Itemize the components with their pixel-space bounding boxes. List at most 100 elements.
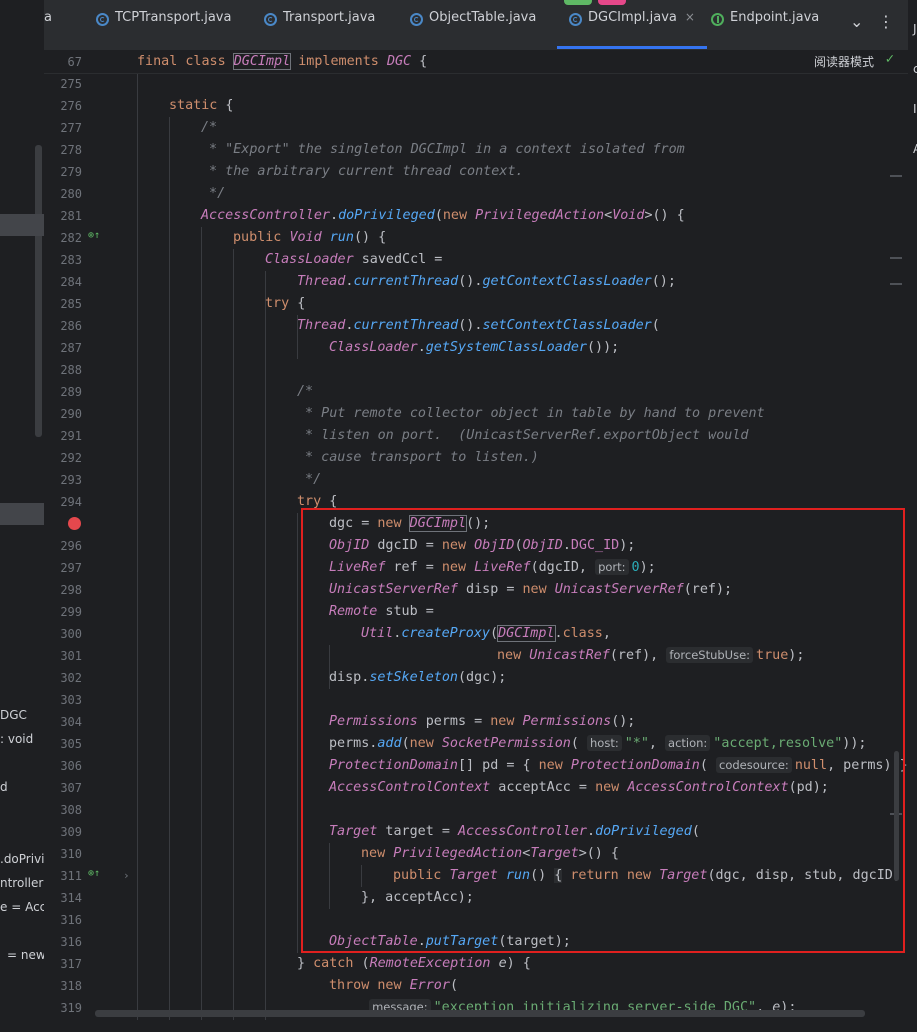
line-number: 287: [60, 341, 82, 355]
panel-text: DGC: [0, 708, 27, 722]
line-number: 304: [60, 715, 82, 729]
line-number: 302: [60, 671, 82, 685]
comment-line: */: [201, 186, 226, 201]
line-number: 308: [60, 803, 82, 817]
class-icon: [96, 13, 109, 26]
horizontal-scrollbar[interactable]: [95, 1010, 865, 1017]
scroll-marker: [890, 257, 902, 259]
chevron-right-icon[interactable]: ›: [123, 869, 130, 882]
breakpoint-icon[interactable]: [68, 517, 81, 530]
line-number: 318: [60, 979, 82, 993]
tab-tcptransport[interactable]: TCPTransport.java: [96, 10, 231, 48]
line-number: 316: [60, 913, 82, 927]
line-number: 292: [60, 451, 82, 465]
tab-label: DGCImpl.java: [588, 10, 677, 25]
comment-line: * "Export" the singleton DGCImpl in a co…: [201, 142, 685, 157]
line-number: 316: [60, 935, 82, 949]
tab-objecttable[interactable]: ObjectTable.java: [410, 10, 536, 48]
line-number: 301: [60, 649, 82, 663]
panel-selected-row[interactable]: [0, 214, 44, 236]
line-number: 285: [60, 297, 82, 311]
editor-tab-bar: a TCPTransport.java Transport.java Objec…: [44, 0, 917, 51]
comment-line: * cause transport to listen.): [297, 450, 539, 465]
line-number: 307: [60, 781, 82, 795]
panel-text: .doPrivi: [0, 852, 44, 866]
line-number: 297: [60, 561, 82, 575]
tab-label: Transport.java: [283, 10, 376, 25]
tab-label: a: [44, 10, 52, 25]
override-icon[interactable]: ⊚↑: [88, 868, 100, 879]
highlight-annotation-box: [301, 508, 905, 953]
code-line: static {: [169, 98, 234, 113]
line-number: 280: [60, 187, 82, 201]
code-line: throw new Error(: [329, 978, 458, 993]
active-tab-underline: [557, 46, 707, 49]
line-number: 284: [60, 275, 82, 289]
code-line: AccessController.doPrivileged(new Privil…: [201, 208, 685, 223]
code-line: ClassLoader savedCcl =: [265, 252, 443, 267]
line-number: 288: [60, 363, 82, 377]
override-icon[interactable]: ⊚↑: [88, 230, 100, 241]
chevron-down-icon[interactable]: ⌄: [850, 12, 863, 31]
panel-text: J: [913, 22, 917, 36]
line-number: 277: [60, 121, 82, 135]
line-number: 279: [60, 165, 82, 179]
comment-line: * the arbitrary current thread context.: [201, 164, 524, 179]
code-line: } catch (RemoteException e) {: [297, 956, 531, 971]
scroll-marker: [890, 175, 902, 177]
line-number: 276: [60, 99, 82, 113]
comment-line: * Put remote collector object in table b…: [297, 406, 765, 421]
line-number: 303: [60, 693, 82, 707]
line-number: 290: [60, 407, 82, 421]
line-number: 305: [60, 737, 82, 751]
close-icon[interactable]: ×: [685, 10, 695, 24]
line-number: 306: [60, 759, 82, 773]
line-number: 298: [60, 583, 82, 597]
tab-label: ObjectTable.java: [429, 10, 537, 25]
more-vertical-icon[interactable]: ⋮: [878, 12, 894, 31]
line-number: 286: [60, 319, 82, 333]
sticky-class-header[interactable]: 67 final class DGCImpl implements DGC { …: [44, 51, 908, 74]
line-number: 296: [60, 539, 82, 553]
sticky-header-text: final class DGCImpl implements DGC {: [137, 53, 428, 70]
line-number: 67: [67, 55, 82, 69]
project-panel-edge: DGC : void d .doPrivi ntroller e = Acc =…: [0, 0, 44, 1032]
class-icon: [569, 13, 582, 26]
panel-text: I: [913, 102, 917, 116]
panel-text: e = Acc: [0, 900, 44, 914]
line-number: 282: [60, 231, 82, 245]
panel-scrollbar[interactable]: [35, 145, 42, 437]
comment-line: /*: [201, 120, 218, 135]
code-line: public Void run() {: [233, 230, 387, 245]
line-number: 283: [60, 253, 82, 267]
check-icon: ✓: [885, 51, 894, 67]
line-number: 300: [60, 627, 82, 641]
comment-line: */: [297, 472, 322, 487]
line-number: 291: [60, 429, 82, 443]
panel-selected-row[interactable]: [0, 503, 44, 525]
tab-endpoint[interactable]: Endpoint.java: [711, 10, 819, 48]
panel-text: d: [0, 780, 8, 794]
class-icon: [264, 13, 277, 26]
line-number: 281: [60, 209, 82, 223]
class-icon: [410, 13, 423, 26]
interface-icon: [711, 13, 724, 26]
line-number: 314: [60, 891, 82, 905]
panel-text: : void: [0, 732, 34, 746]
line-number: 317: [60, 957, 82, 971]
panel-text: A: [913, 142, 917, 156]
panel-text: c: [913, 62, 917, 76]
tab-partial[interactable]: a: [44, 10, 52, 48]
code-line: Thread.currentThread().setContextClassLo…: [297, 318, 660, 333]
reader-mode-toggle[interactable]: 阅读器模式: [814, 53, 874, 70]
panel-text: ntroller: [0, 876, 44, 890]
line-number: 293: [60, 473, 82, 487]
line-number: 294: [60, 495, 82, 509]
line-number: 289: [60, 385, 82, 399]
panel-text: = new: [7, 948, 44, 962]
tab-transport[interactable]: Transport.java: [264, 10, 375, 48]
comment-line: /*: [297, 384, 314, 399]
tab-label: TCPTransport.java: [115, 10, 232, 25]
tab-label: Endpoint.java: [730, 10, 820, 25]
tab-dgcimpl[interactable]: DGCImpl.java ×: [557, 10, 707, 49]
